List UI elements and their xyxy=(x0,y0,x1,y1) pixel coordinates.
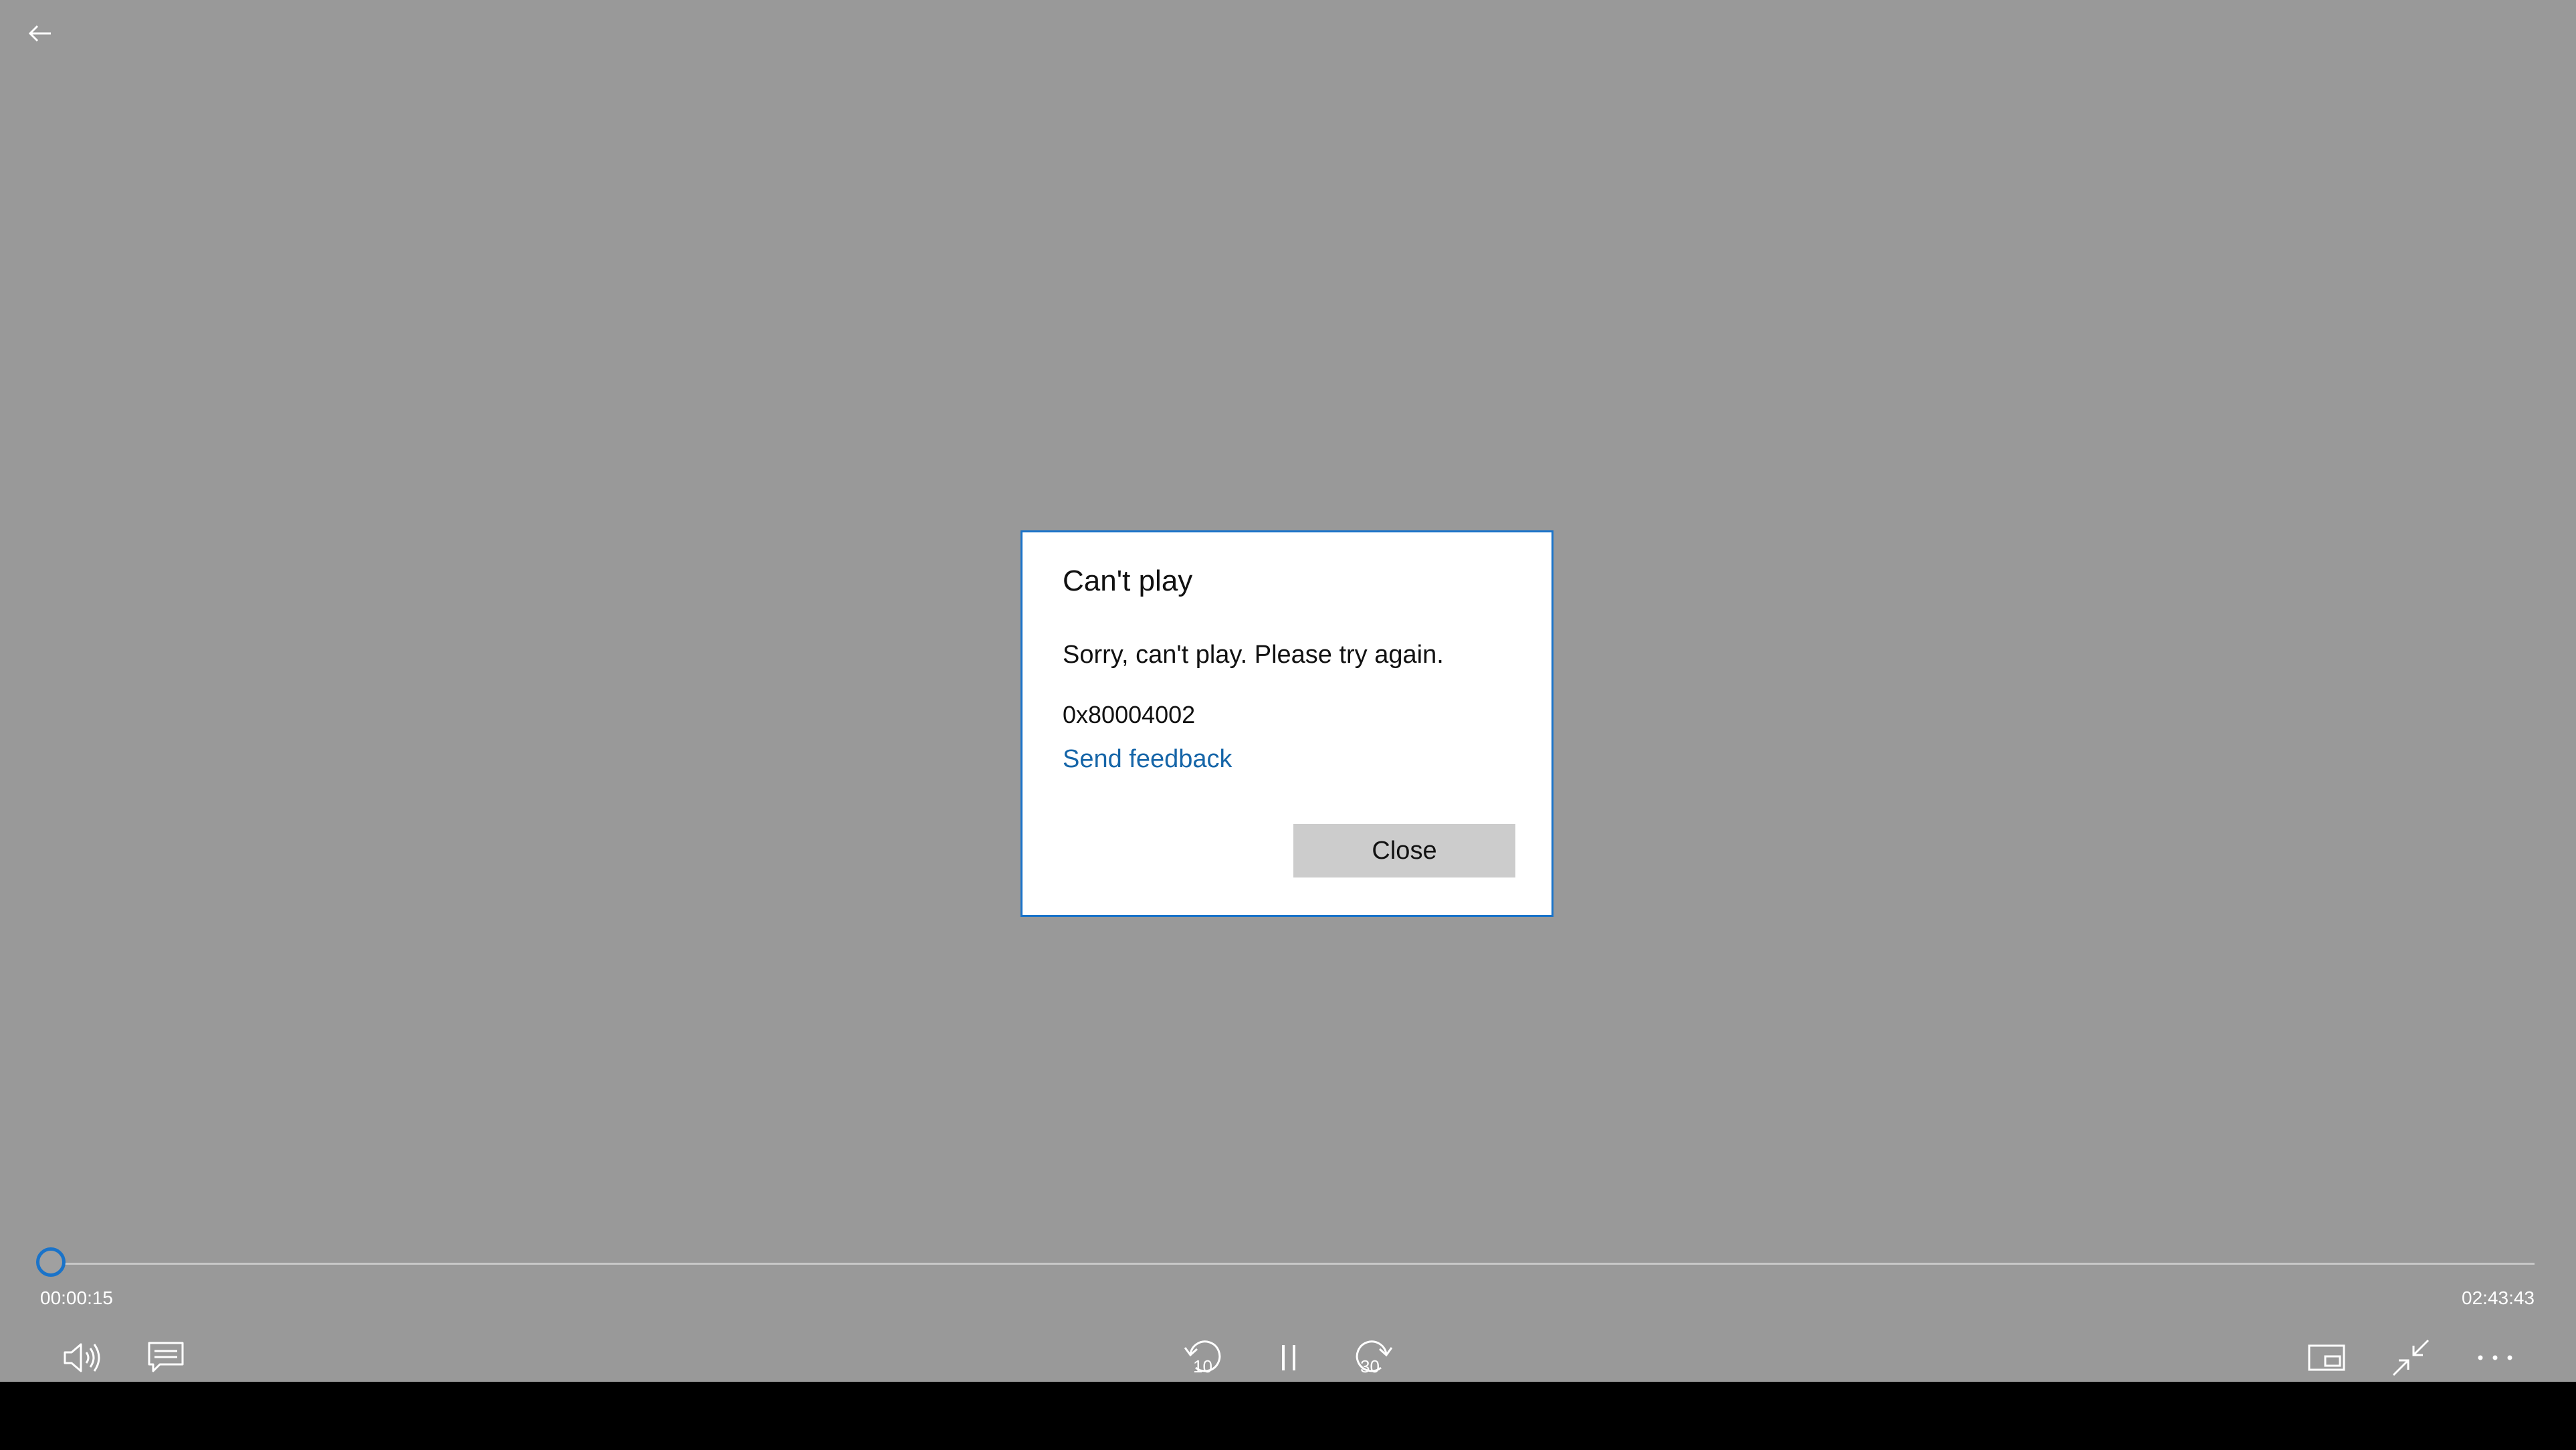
more-button[interactable] xyxy=(2465,1330,2525,1386)
mini-view-icon xyxy=(2308,1344,2345,1371)
exit-fullscreen-icon xyxy=(2392,1339,2430,1376)
total-time: 02:43:43 xyxy=(2462,1287,2535,1308)
volume-button[interactable] xyxy=(52,1330,112,1386)
seek-thumb[interactable] xyxy=(35,1247,66,1277)
dialog-message: Sorry, can't play. Please try again. xyxy=(1063,641,1444,669)
elapsed-time: 00:00:15 xyxy=(40,1287,113,1308)
error-code: 0x80004002 xyxy=(1063,701,1196,728)
dialog-title: Can't play xyxy=(1063,564,1193,597)
skip-back-label: 10 xyxy=(1193,1356,1212,1376)
more-icon xyxy=(2478,1355,2512,1360)
captions-icon xyxy=(148,1342,184,1372)
skip-forward-label: 30 xyxy=(1360,1356,1380,1376)
volume-icon xyxy=(64,1343,100,1372)
seek-bar[interactable] xyxy=(40,1263,2535,1265)
video-stage: Can't play Sorry, can't play. Please try… xyxy=(0,0,2576,1382)
cant-play-dialog: Can't play Sorry, can't play. Please try… xyxy=(1021,530,1553,917)
skip-forward-button[interactable]: 30 xyxy=(1342,1330,1402,1386)
mini-view-button[interactable] xyxy=(2296,1330,2357,1386)
captions-button[interactable] xyxy=(136,1330,196,1386)
skip-back-button[interactable]: 10 xyxy=(1174,1330,1235,1386)
pause-icon xyxy=(1282,1345,1295,1370)
close-button[interactable]: Close xyxy=(1293,824,1515,877)
exit-fullscreen-button[interactable] xyxy=(2381,1330,2441,1386)
taskbar xyxy=(0,1382,2576,1450)
back-button[interactable] xyxy=(13,7,67,60)
back-arrow-icon xyxy=(28,25,51,42)
send-feedback-link[interactable]: Send feedback xyxy=(1063,745,1232,774)
pause-button[interactable] xyxy=(1259,1330,1319,1386)
